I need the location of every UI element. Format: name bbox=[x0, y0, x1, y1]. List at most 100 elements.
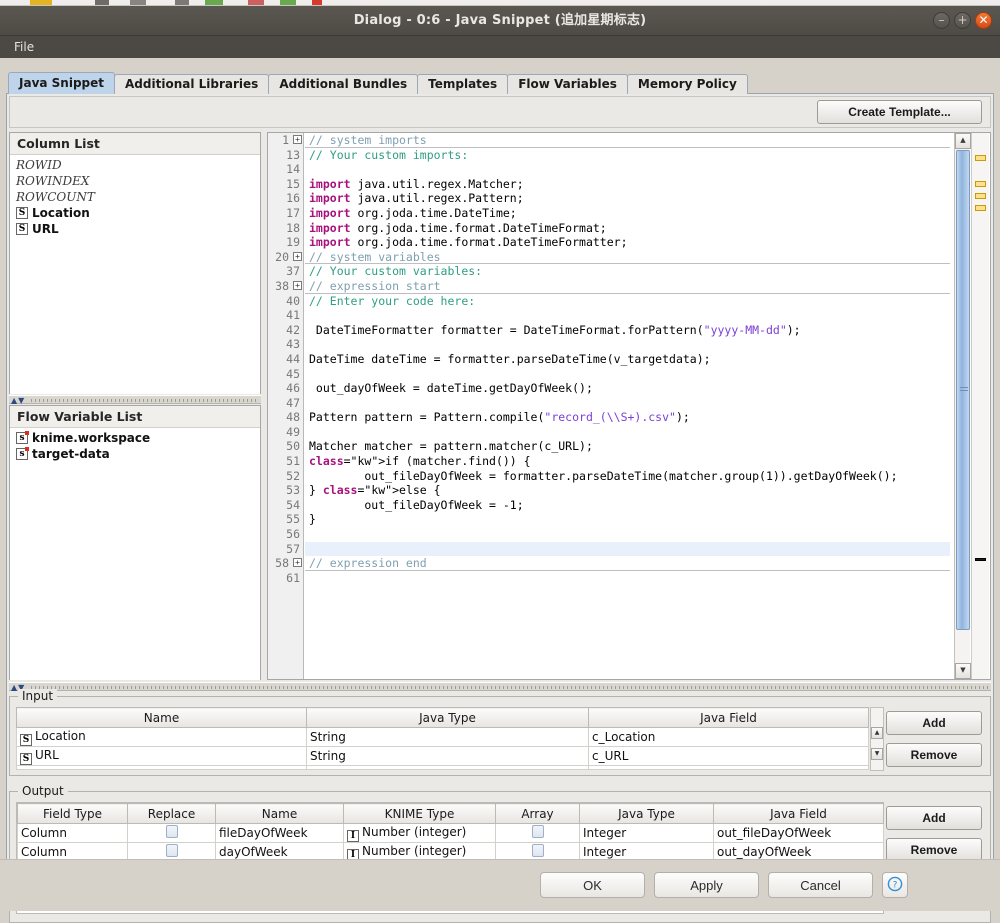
code-line[interactable] bbox=[305, 337, 950, 352]
code-text-area[interactable]: // system imports// Your custom imports:… bbox=[305, 133, 950, 679]
input-cell-name[interactable]: SLocation bbox=[17, 728, 307, 747]
warning-marker-icon[interactable] bbox=[975, 181, 986, 187]
code-line[interactable]: Matcher matcher = pattern.matcher(c_URL)… bbox=[305, 439, 950, 454]
replace-checkbox[interactable] bbox=[166, 844, 178, 857]
code-line[interactable]: DateTime dateTime = formatter.parseDateT… bbox=[305, 352, 950, 367]
input-col-name[interactable]: Name bbox=[17, 708, 307, 728]
code-line[interactable] bbox=[305, 308, 950, 323]
table-row[interactable]: Column fileDayOfWeek INumber (integer) I… bbox=[18, 824, 884, 843]
scroll-thumb[interactable] bbox=[956, 150, 970, 630]
input-cell-name[interactable]: SURL bbox=[17, 747, 307, 766]
list-splitter[interactable]: ▲▼ bbox=[9, 395, 261, 404]
code-line[interactable] bbox=[305, 527, 950, 542]
output-col-field-type[interactable]: Field Type bbox=[18, 804, 128, 824]
tab-additional-libraries[interactable]: Additional Libraries bbox=[114, 74, 269, 94]
list-item[interactable]: ROWID bbox=[10, 157, 260, 173]
code-line[interactable]: import java.util.regex.Matcher; bbox=[305, 177, 950, 192]
output-cell-replace[interactable] bbox=[128, 824, 216, 843]
warning-marker-icon[interactable] bbox=[975, 193, 986, 199]
code-line[interactable]: // Enter your code here: bbox=[305, 294, 950, 309]
input-col-java-field[interactable]: Java Field bbox=[589, 708, 869, 728]
editor-error-strip[interactable] bbox=[971, 133, 989, 679]
code-editor[interactable]: +113141516171819+2037+384041424344454647… bbox=[267, 132, 991, 680]
input-cell-java-type[interactable]: String bbox=[307, 747, 589, 766]
code-line[interactable] bbox=[305, 367, 950, 382]
tab-templates[interactable]: Templates bbox=[417, 74, 508, 94]
code-line[interactable]: import org.joda.time.format.DateTimeForm… bbox=[305, 235, 950, 250]
scroll-up-icon[interactable]: ▲ bbox=[955, 133, 971, 149]
code-line[interactable] bbox=[305, 396, 950, 411]
list-item[interactable]: ROWCOUNT bbox=[10, 189, 260, 205]
input-table[interactable]: Name Java Type Java Field SLocation Stri… bbox=[16, 707, 869, 770]
code-line[interactable] bbox=[305, 425, 950, 440]
array-checkbox[interactable] bbox=[532, 825, 544, 838]
apply-button[interactable]: Apply bbox=[654, 872, 759, 898]
warning-marker-icon[interactable] bbox=[975, 155, 986, 161]
tab-memory-policy[interactable]: Memory Policy bbox=[627, 74, 748, 94]
input-remove-button[interactable]: Remove bbox=[886, 743, 982, 767]
fold-toggle-icon[interactable]: + bbox=[293, 135, 302, 144]
array-checkbox[interactable] bbox=[532, 844, 544, 857]
scroll-down-icon[interactable]: ▼ bbox=[871, 748, 883, 760]
list-item[interactable]: s knime.workspace bbox=[10, 430, 260, 446]
code-line[interactable]: out_fileDayOfWeek = formatter.parseDateT… bbox=[305, 469, 950, 484]
output-cell-java-type[interactable]: Integer bbox=[580, 824, 714, 843]
list-item[interactable]: ROWINDEX bbox=[10, 173, 260, 189]
scroll-down-icon[interactable]: ▼ bbox=[955, 663, 971, 679]
output-col-java-type[interactable]: Java Type bbox=[580, 804, 714, 824]
code-line[interactable]: out_fileDayOfWeek = -1; bbox=[305, 498, 950, 513]
table-row-partial[interactable] bbox=[17, 766, 869, 770]
maximize-icon[interactable]: + bbox=[954, 12, 971, 29]
code-line[interactable] bbox=[305, 571, 950, 586]
column-list-items[interactable]: ROWID ROWINDEX ROWCOUNT S Location bbox=[10, 155, 260, 394]
code-line[interactable]: class="kw">if (matcher.find()) { bbox=[305, 454, 950, 469]
flow-variable-list-items[interactable]: s knime.workspace s target-data bbox=[10, 428, 260, 680]
tab-additional-bundles[interactable]: Additional Bundles bbox=[268, 74, 418, 94]
scroll-up-icon[interactable]: ▲ bbox=[871, 727, 883, 739]
output-col-name[interactable]: Name bbox=[216, 804, 344, 824]
output-col-knime-type[interactable]: KNIME Type bbox=[344, 804, 496, 824]
output-cell-array[interactable] bbox=[496, 824, 580, 843]
list-item[interactable]: S URL bbox=[10, 221, 260, 237]
input-cell-java-field[interactable]: c_Location bbox=[589, 728, 869, 747]
code-line[interactable] bbox=[305, 542, 950, 557]
editor-vertical-scrollbar[interactable]: ▲ ▼ bbox=[954, 133, 970, 679]
close-icon[interactable]: ✕ bbox=[975, 12, 992, 29]
replace-checkbox[interactable] bbox=[166, 825, 178, 838]
list-item[interactable]: s target-data bbox=[10, 446, 260, 462]
create-template-button[interactable]: Create Template... bbox=[817, 100, 982, 124]
output-col-array[interactable]: Array bbox=[496, 804, 580, 824]
menu-item-file[interactable]: File bbox=[8, 36, 40, 58]
code-line[interactable]: import org.joda.time.format.DateTimeForm… bbox=[305, 221, 950, 236]
output-add-button[interactable]: Add bbox=[886, 806, 982, 830]
fold-toggle-icon[interactable]: + bbox=[293, 281, 302, 290]
fold-toggle-icon[interactable]: + bbox=[293, 252, 302, 261]
code-line[interactable]: Pattern pattern = Pattern.compile("recor… bbox=[305, 410, 950, 425]
code-line[interactable]: // system imports bbox=[305, 133, 950, 148]
splitter-arrows-icon[interactable]: ▲▼ bbox=[11, 396, 25, 405]
code-line[interactable]: import java.util.regex.Pattern; bbox=[305, 191, 950, 206]
input-add-button[interactable]: Add bbox=[886, 711, 982, 735]
input-cell-name[interactable] bbox=[17, 766, 307, 770]
code-line[interactable]: out_dayOfWeek = dateTime.getDayOfWeek(); bbox=[305, 381, 950, 396]
warning-marker-icon[interactable] bbox=[975, 205, 986, 211]
input-cell-java-type[interactable] bbox=[307, 766, 589, 770]
output-col-java-field[interactable]: Java Field bbox=[714, 804, 884, 824]
minimize-icon[interactable]: – bbox=[933, 12, 950, 29]
code-line[interactable]: DateTimeFormatter formatter = DateTimeFo… bbox=[305, 323, 950, 338]
input-col-java-type[interactable]: Java Type bbox=[307, 708, 589, 728]
tab-flow-variables[interactable]: Flow Variables bbox=[507, 74, 628, 94]
code-line[interactable] bbox=[305, 162, 950, 177]
code-line[interactable]: // expression end bbox=[305, 556, 950, 571]
code-line[interactable]: // Your custom imports: bbox=[305, 148, 950, 163]
cancel-button[interactable]: Cancel bbox=[768, 872, 873, 898]
code-line[interactable]: // system variables bbox=[305, 250, 950, 265]
output-cell-knime-type[interactable]: INumber (integer) bbox=[344, 824, 496, 843]
input-cell-java-field[interactable]: c_URL bbox=[589, 747, 869, 766]
input-table-scrollbar[interactable]: ▲ ▼ bbox=[870, 707, 884, 771]
output-table[interactable]: Field Type Replace Name KNIME Type Array… bbox=[17, 803, 884, 862]
help-icon[interactable]: ? bbox=[882, 872, 908, 898]
list-item[interactable]: S Location bbox=[10, 205, 260, 221]
caret-marker-icon[interactable] bbox=[975, 558, 986, 561]
input-cell-java-type[interactable]: String bbox=[307, 728, 589, 747]
